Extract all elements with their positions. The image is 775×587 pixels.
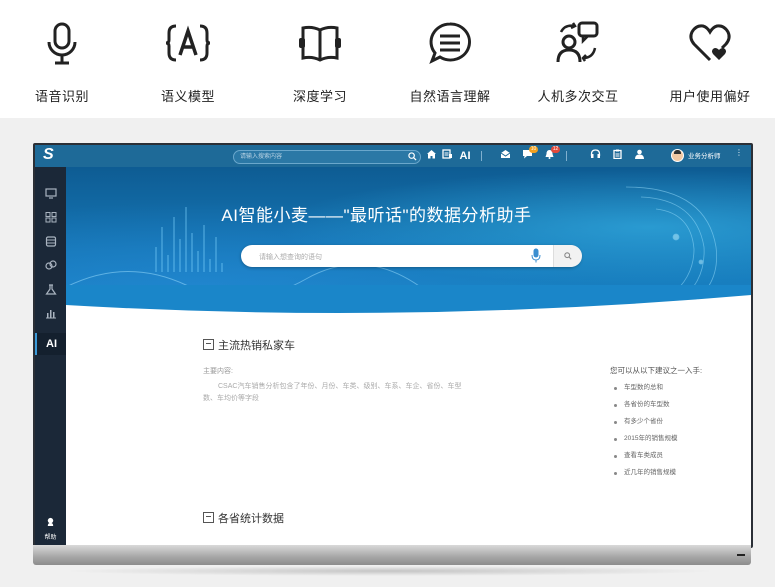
desc-label: 主要内容: xyxy=(203,368,233,375)
alerts-badge: 12 xyxy=(551,146,560,153)
content-area: 主流热销私家车 主要内容: CSAC汽车销售分析包含了年份、月份、车类、级别、车… xyxy=(66,317,751,546)
mail-icon[interactable] xyxy=(498,149,512,163)
feature-label: 深度学习 xyxy=(292,89,347,104)
home-icon[interactable] xyxy=(424,149,438,163)
help-label: 帮助 xyxy=(44,535,57,541)
suggestion-item[interactable]: 查看车类成员 xyxy=(614,450,677,467)
database-icon xyxy=(45,236,56,247)
feature-label: 语音识别 xyxy=(34,89,89,104)
monitor-icon xyxy=(44,188,57,199)
messages-badge: 10 xyxy=(529,146,538,153)
help-icon xyxy=(47,517,54,526)
chat-icon[interactable]: 10 xyxy=(520,146,538,163)
hero-search-button[interactable] xyxy=(553,245,582,267)
grid-icon xyxy=(45,212,56,223)
monitor-shadow xyxy=(60,566,720,576)
hero-title: AI智能小麦——"最听话"的数据分析助手 xyxy=(221,206,532,225)
sidebar-item-ai[interactable]: AI xyxy=(35,333,66,355)
suggestion-item[interactable]: 车型数的总和 xyxy=(614,382,677,399)
microphone-icon xyxy=(47,22,77,65)
feature-nlu: 自然语言理解 xyxy=(395,20,505,105)
suggestions-title: 您可以从以下建议之一入手: xyxy=(610,366,703,375)
card-title-province-stats[interactable]: 各省统计数据 xyxy=(203,510,284,526)
human-machine-icon xyxy=(556,21,599,63)
collapse-icon[interactable] xyxy=(203,339,214,350)
desc-text-line1: CSAC汽车销售分析包含了年份、月份、车类、级别、车系、车企、省份、车型 xyxy=(218,383,462,390)
sidebar-item-dashboard[interactable] xyxy=(35,187,66,207)
app-topbar: S AI 10 12 xyxy=(35,145,751,167)
power-indicator xyxy=(737,554,745,556)
top-search-input[interactable] xyxy=(240,151,400,163)
feature-semantic-model: 语义模型 xyxy=(133,20,243,105)
top-search-box[interactable] xyxy=(233,150,421,164)
desc-text-line2: 数、车均价等字段 xyxy=(203,395,259,402)
suggestion-item[interactable]: 有多少个省份 xyxy=(614,416,677,433)
feature-label: 自然语言理解 xyxy=(409,89,491,104)
hero-search-input[interactable] xyxy=(257,249,521,265)
card-title-text: 主流热销私家车 xyxy=(218,340,295,352)
more-menu-icon[interactable]: ⋮ xyxy=(735,148,743,157)
sidebar-item-charts[interactable] xyxy=(35,307,66,327)
ai-bracket-icon xyxy=(165,24,211,62)
hero-search-box[interactable] xyxy=(241,245,582,267)
feature-label: 用户使用偏好 xyxy=(669,89,751,104)
sidebar-item-models[interactable] xyxy=(35,259,66,279)
feature-row: 语音识别 语义模型 深度学习 自然语言理解 人机多次交互 用户使用偏好 xyxy=(0,0,775,112)
monitor-screen: S AI 10 12 xyxy=(33,143,753,548)
microphone-icon[interactable] xyxy=(531,248,541,263)
bar-chart-icon xyxy=(45,310,56,319)
heart-icon xyxy=(689,24,731,62)
feature-label: 人机多次交互 xyxy=(537,89,619,104)
search-icon xyxy=(564,252,572,260)
feature-speech-recognition: 语音识别 xyxy=(7,20,117,105)
username[interactable]: 业务分析师 xyxy=(688,150,721,160)
sidebar-item-lab[interactable] xyxy=(35,283,66,303)
user-icon[interactable] xyxy=(632,149,646,163)
suggestion-item[interactable]: 近几年的销售规模 xyxy=(614,467,677,484)
monitor-bezel xyxy=(33,545,751,565)
sidebar-item-data[interactable] xyxy=(35,235,66,255)
feature-deep-learning: 深度学习 xyxy=(265,20,375,105)
collapse-icon[interactable] xyxy=(203,512,214,523)
headset-icon[interactable] xyxy=(588,149,602,163)
suggestion-item[interactable]: 各省份的车型数 xyxy=(614,399,677,416)
toolbar-divider xyxy=(566,151,567,161)
toolbar-divider xyxy=(481,151,482,161)
clipboard-icon[interactable] xyxy=(610,149,624,163)
suggestion-item[interactable]: 2015年的销售规模 xyxy=(614,433,677,450)
sidebar-help[interactable]: 帮助 xyxy=(35,513,66,541)
bell-icon[interactable]: 12 xyxy=(542,146,560,163)
search-icon[interactable] xyxy=(408,152,417,161)
card-title-text: 各省统计数据 xyxy=(218,513,284,525)
avatar[interactable] xyxy=(671,149,684,162)
report-icon[interactable] xyxy=(440,149,454,163)
suggestions-list: 车型数的总和 各省份的车型数 有多少个省份 2015年的销售规模 查看车类成员 … xyxy=(614,382,677,484)
sidebar-item-apps[interactable] xyxy=(35,211,66,231)
feature-human-machine: 人机多次交互 xyxy=(523,20,633,105)
app-logo[interactable]: S xyxy=(43,146,54,164)
open-book-icon xyxy=(299,25,341,62)
flask-icon xyxy=(44,284,57,295)
sidebar: AI 帮助 xyxy=(35,167,66,546)
speech-bubble-icon xyxy=(429,22,471,65)
card-title-hot-cars[interactable]: 主流热销私家车 xyxy=(203,337,295,353)
feature-label: 语义模型 xyxy=(160,89,215,104)
toolbar-ai-button[interactable]: AI xyxy=(458,149,472,163)
cubes-icon xyxy=(44,260,57,270)
feature-user-preference: 用户使用偏好 xyxy=(655,20,765,105)
